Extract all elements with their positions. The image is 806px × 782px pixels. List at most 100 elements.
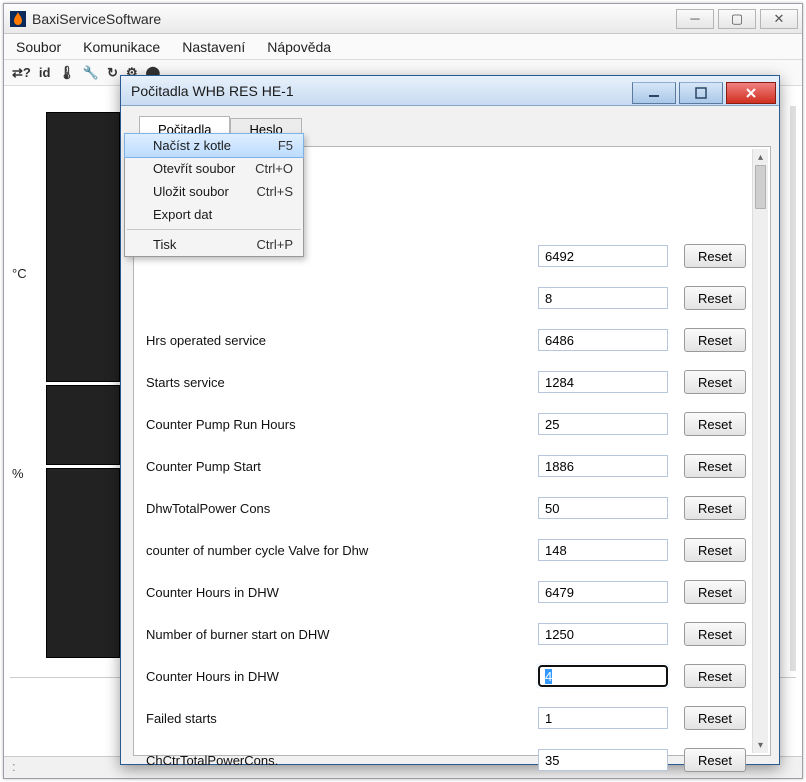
- dialog-title: Počitadla WHB RES HE-1: [131, 83, 632, 99]
- axis-celsius-label: °C: [12, 266, 27, 281]
- main-close-button[interactable]: ✕: [760, 9, 798, 29]
- main-minimize-button[interactable]: ─: [676, 9, 714, 29]
- reset-button[interactable]: Reset: [684, 454, 746, 478]
- dialog-minimize-button[interactable]: [632, 82, 676, 104]
- dialog-close-button[interactable]: [726, 82, 776, 104]
- reset-button[interactable]: Reset: [684, 328, 746, 352]
- counter-input[interactable]: [538, 581, 668, 603]
- counter-label: Starts service: [146, 375, 538, 390]
- counter-row: Counter Pump Run Hours Reset: [146, 403, 746, 445]
- counter-label: Counter Pump Start: [146, 459, 538, 474]
- toolbar-conn-icon[interactable]: ⇄?: [12, 65, 31, 81]
- toolbar-tool-icon[interactable]: 🔧: [83, 65, 99, 81]
- counter-row: Counter Hours in DHW Reset: [146, 571, 746, 613]
- counter-input[interactable]: [538, 371, 668, 393]
- menu-item[interactable]: TiskCtrl+P: [125, 233, 303, 256]
- menu-item[interactable]: Načíst z kotleF5: [124, 133, 304, 158]
- gauge-block-2: [46, 385, 120, 465]
- menu-nastaveni[interactable]: Nastavení: [182, 39, 245, 55]
- menu-item[interactable]: Otevřít souborCtrl+O: [125, 157, 303, 180]
- counter-input[interactable]: [538, 623, 668, 645]
- toolbar-refresh-icon[interactable]: ↻: [107, 65, 118, 81]
- main-scrollbar[interactable]: [790, 106, 796, 671]
- counter-input[interactable]: [538, 497, 668, 519]
- counter-row: Starts service Reset: [146, 361, 746, 403]
- counter-rows: ResetResetHrs operated serviceResetStart…: [146, 237, 746, 781]
- gauge-column: [46, 112, 120, 658]
- counter-input[interactable]: [538, 329, 668, 351]
- menu-separator: [127, 229, 301, 230]
- counter-input[interactable]: [538, 707, 668, 729]
- counter-label: counter of number cycle Valve for Dhw: [146, 543, 538, 558]
- main-menubar: Soubor Komunikace Nastavení Nápověda: [4, 34, 802, 60]
- reset-button[interactable]: Reset: [684, 538, 746, 562]
- toolbar-temp-icon[interactable]: 🌡: [58, 65, 75, 81]
- menu-item[interactable]: Uložit souborCtrl+S: [125, 180, 303, 203]
- dialog-titlebar[interactable]: Počitadla WHB RES HE-1: [121, 76, 779, 106]
- dialog-client: Počitadla Heslo Načíst z kotleF5Otevřít …: [121, 106, 779, 764]
- counter-label: Hrs operated service: [146, 333, 538, 348]
- counter-input[interactable]: [538, 287, 668, 309]
- gauge-block-3: [46, 468, 120, 658]
- counter-input[interactable]: [538, 413, 668, 435]
- menu-item-accel: Ctrl+P: [257, 237, 293, 252]
- menu-item-label: Tisk: [153, 237, 257, 252]
- counter-row: Hrs operated service Reset: [146, 319, 746, 361]
- counter-row: Number of burner start on DHW Reset: [146, 613, 746, 655]
- reset-button[interactable]: Reset: [684, 370, 746, 394]
- counter-input[interactable]: [538, 539, 668, 561]
- counter-row: Reset: [146, 277, 746, 319]
- main-window-title: BaxiServiceSoftware: [32, 11, 672, 27]
- counter-label: ChCtrTotalPowerCons.: [146, 753, 538, 768]
- counter-row: ChCtrTotalPowerCons. Reset: [146, 739, 746, 781]
- counter-input[interactable]: [538, 665, 668, 687]
- reset-button[interactable]: Reset: [684, 580, 746, 604]
- scroll-up-icon[interactable]: ▴: [753, 149, 768, 165]
- counter-label: Failed starts: [146, 711, 538, 726]
- menu-soubor[interactable]: Soubor: [16, 39, 61, 55]
- menu-item-label: Načíst z kotle: [153, 138, 278, 153]
- menu-item-label: Export dat: [153, 207, 293, 222]
- tabpage-scrollbar[interactable]: ▴ ▾: [752, 149, 768, 753]
- scroll-down-icon[interactable]: ▾: [753, 737, 768, 753]
- counter-label: Counter Hours in DHW: [146, 669, 538, 684]
- scroll-thumb[interactable]: [755, 165, 766, 209]
- counters-dialog: Počitadla WHB RES HE-1 Počitadla Heslo N…: [120, 75, 780, 765]
- reset-button[interactable]: Reset: [684, 748, 746, 772]
- reset-button[interactable]: Reset: [684, 706, 746, 730]
- counter-row: DhwTotalPower Cons Reset: [146, 487, 746, 529]
- toolbar-id-icon[interactable]: id: [39, 65, 51, 80]
- counter-row: Counter Hours in DHW Reset: [146, 655, 746, 697]
- dialog-maximize-button[interactable]: [679, 82, 723, 104]
- menu-napoveda[interactable]: Nápověda: [267, 39, 331, 55]
- menu-item-label: Uložit soubor: [153, 184, 257, 199]
- counter-row: Counter Pump Start Reset: [146, 445, 746, 487]
- gauge-block-1: [46, 112, 120, 382]
- counter-label: Counter Pump Run Hours: [146, 417, 538, 432]
- reset-button[interactable]: Reset: [684, 622, 746, 646]
- counter-input[interactable]: [538, 749, 668, 771]
- tab-dropdown-menu: Načíst z kotleF5Otevřít souborCtrl+OUlož…: [124, 133, 304, 257]
- counter-input[interactable]: [538, 245, 668, 267]
- counter-label: Number of burner start on DHW: [146, 627, 538, 642]
- app-icon: [10, 11, 26, 27]
- counter-row: Failed starts Reset: [146, 697, 746, 739]
- reset-button[interactable]: Reset: [684, 664, 746, 688]
- counter-input[interactable]: [538, 455, 668, 477]
- main-titlebar[interactable]: BaxiServiceSoftware ─ ▢ ✕: [4, 4, 802, 34]
- reset-button[interactable]: Reset: [684, 286, 746, 310]
- menu-item-accel: F5: [278, 138, 293, 153]
- menu-komunikace[interactable]: Komunikace: [83, 39, 160, 55]
- menu-item-accel: Ctrl+S: [257, 184, 293, 199]
- counter-row: counter of number cycle Valve for Dhw Res…: [146, 529, 746, 571]
- axis-percent-label: %: [12, 466, 24, 481]
- reset-button[interactable]: Reset: [684, 244, 746, 268]
- counter-label: Counter Hours in DHW: [146, 585, 538, 600]
- menu-item-label: Otevřít soubor: [153, 161, 255, 176]
- main-maximize-button[interactable]: ▢: [718, 9, 756, 29]
- menu-item-accel: Ctrl+O: [255, 161, 293, 176]
- counter-label: DhwTotalPower Cons: [146, 501, 538, 516]
- reset-button[interactable]: Reset: [684, 496, 746, 520]
- menu-item[interactable]: Export dat: [125, 203, 303, 226]
- reset-button[interactable]: Reset: [684, 412, 746, 436]
